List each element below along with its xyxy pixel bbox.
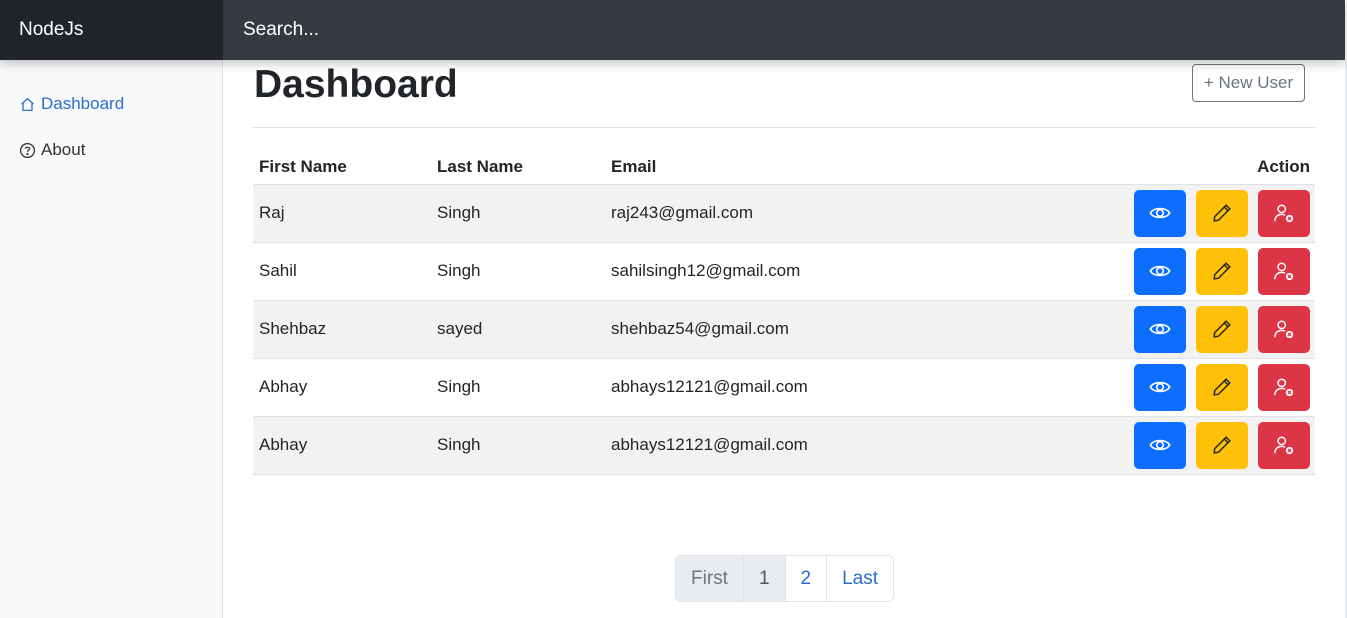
cell-email: abhays12121@gmail.com [605, 358, 971, 417]
cell-first-name: Abhay [253, 358, 431, 417]
table-row: Abhay Singh abhays12121@gmail.com [253, 416, 1315, 475]
page-title: Dashboard [254, 63, 458, 106]
sidebar: Dashboard About [0, 60, 223, 618]
pencil-icon [1213, 436, 1231, 454]
pencil-icon [1213, 378, 1231, 396]
sidebar-item-label: Dashboard [41, 94, 125, 113]
title-divider [253, 127, 1315, 128]
table-row: Sahil Singh sahilsingh12@gmail.com [253, 242, 1315, 301]
house-icon [21, 97, 34, 111]
eye-icon [1149, 439, 1171, 451]
cell-actions [970, 242, 1315, 301]
page-last-link[interactable]: Last [827, 556, 894, 601]
cell-actions [970, 358, 1315, 417]
cell-first-name: Sahil [253, 242, 431, 301]
eye-icon [1149, 381, 1171, 393]
brand-logo[interactable]: NodeJs [0, 0, 223, 60]
delete-user-button[interactable] [1258, 363, 1310, 411]
view-user-button[interactable] [1134, 421, 1186, 469]
edit-user-button[interactable] [1196, 189, 1248, 237]
cell-actions [970, 300, 1315, 359]
delete-user-button[interactable] [1258, 189, 1310, 237]
view-user-button[interactable] [1134, 247, 1186, 295]
edit-user-button[interactable] [1196, 305, 1248, 353]
person-x-icon [1274, 436, 1294, 455]
eye-icon [1149, 265, 1171, 277]
column-header-last-name: Last Name [431, 150, 605, 185]
column-header-email: Email [605, 150, 971, 185]
cell-actions [970, 416, 1315, 475]
table-row: Shehbaz sayed shehbaz54@gmail.com [253, 300, 1315, 359]
cell-email: abhays12121@gmail.com [605, 416, 971, 475]
cell-first-name: Shehbaz [253, 300, 431, 359]
table-row: Raj Singh raj243@gmail.com [253, 184, 1315, 243]
search-input[interactable] [223, 0, 1345, 60]
view-user-button[interactable] [1134, 189, 1186, 237]
person-x-icon [1274, 320, 1294, 339]
table-header-row: First Name Last Name Email Action [253, 150, 1315, 185]
delete-user-button[interactable] [1258, 421, 1310, 469]
cell-first-name: Raj [253, 184, 431, 243]
cell-email: raj243@gmail.com [605, 184, 971, 243]
sidebar-item-about[interactable]: About [19, 138, 85, 162]
pencil-icon [1213, 204, 1231, 222]
edit-user-button[interactable] [1196, 247, 1248, 295]
top-navbar: NodeJs [0, 0, 1345, 60]
eye-icon [1149, 207, 1171, 219]
cell-last-name: Singh [431, 416, 605, 475]
pagination: First 1 2 Last [675, 555, 895, 602]
page-1-link[interactable]: 1 [743, 556, 786, 601]
column-header-action: Action [970, 150, 1315, 185]
person-x-icon [1274, 262, 1294, 281]
pencil-icon [1213, 320, 1231, 338]
person-x-icon [1274, 378, 1294, 397]
new-user-button[interactable]: + New User [1192, 64, 1305, 102]
person-x-icon [1274, 204, 1294, 223]
cell-first-name: Abhay [253, 416, 431, 475]
edit-user-button[interactable] [1196, 363, 1248, 411]
pencil-icon [1213, 262, 1231, 280]
question-circle-icon [19, 142, 36, 158]
cell-email: sahilsingh12@gmail.com [605, 242, 971, 301]
cell-last-name: Singh [431, 242, 605, 301]
users-table: First Name Last Name Email Action Raj Sin… [253, 150, 1315, 475]
page-2-link[interactable]: 2 [785, 556, 828, 601]
page-first-link[interactable]: First [676, 556, 744, 601]
eye-icon [1149, 323, 1171, 335]
cell-last-name: sayed [431, 300, 605, 359]
view-user-button[interactable] [1134, 363, 1186, 411]
column-header-first-name: First Name [253, 150, 431, 185]
table-row: Abhay Singh abhays12121@gmail.com [253, 358, 1315, 417]
cell-actions [970, 184, 1315, 243]
edit-user-button[interactable] [1196, 421, 1248, 469]
view-user-button[interactable] [1134, 305, 1186, 353]
cell-email: shehbaz54@gmail.com [605, 300, 971, 359]
sidebar-item-label: About [41, 140, 86, 159]
sidebar-item-dashboard[interactable]: Dashboard [19, 92, 124, 116]
delete-user-button[interactable] [1258, 305, 1310, 353]
cell-last-name: Singh [431, 358, 605, 417]
delete-user-button[interactable] [1258, 247, 1310, 295]
cell-last-name: Singh [431, 184, 605, 243]
